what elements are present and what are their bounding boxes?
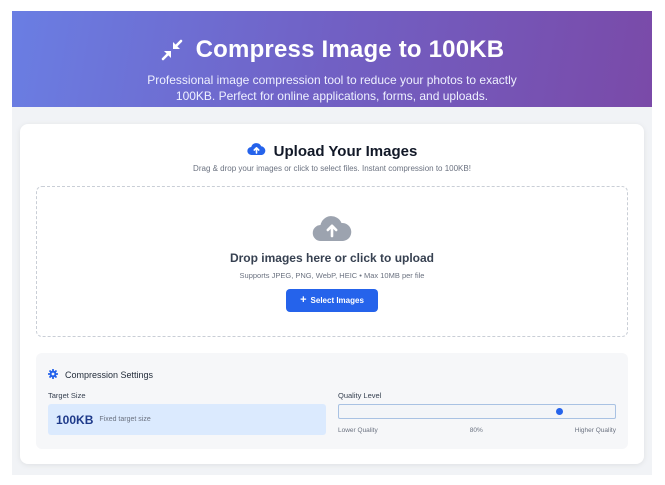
dropzone-title: Drop images here or click to upload <box>229 251 435 265</box>
upload-title: Upload Your Images <box>273 142 418 160</box>
target-size-label: Target Size <box>48 391 86 400</box>
target-size-value: 100KB <box>56 412 94 427</box>
upload-header: Upload Your Images <box>20 141 644 161</box>
quality-min-label: Lower Quality <box>338 427 378 434</box>
page-title: Compress Image to 100KB <box>195 36 505 63</box>
quality-level-label: Quality Level <box>338 391 382 400</box>
hero-title-row: Compress Image to 100KB <box>12 36 652 64</box>
page: Compress Image to 100KB Professional ima… <box>0 0 665 485</box>
cloud-upload-icon <box>247 141 266 161</box>
dropzone-cloud-upload-icon <box>37 212 627 242</box>
hero-subtitle: Professional image compression tool to r… <box>12 72 652 104</box>
hero-banner: Compress Image to 100KB Professional ima… <box>12 11 652 107</box>
plus-icon: + <box>300 294 307 306</box>
settings-header: Compression Settings <box>48 366 153 384</box>
hero-subtitle-line-2: 100KB. Perfect for online applications, … <box>175 89 489 103</box>
compress-arrows-icon <box>160 38 184 62</box>
target-size-note: Fixed target size <box>99 416 151 423</box>
quality-slider-labels: Lower Quality 80% Higher Quality <box>338 427 616 434</box>
target-size-box: 100KB Fixed target size <box>48 404 326 435</box>
hero-subtitle-line-1: Professional image compression tool to r… <box>147 73 517 87</box>
quality-slider[interactable] <box>338 404 616 419</box>
settings-title: Compression Settings <box>65 370 154 380</box>
quality-slider-thumb[interactable] <box>556 408 564 415</box>
select-images-label: Select Images <box>310 296 364 305</box>
gear-icon <box>48 366 58 384</box>
select-images-button[interactable]: + Select Images <box>286 289 378 312</box>
upload-description: Drag & drop your images or click to sele… <box>193 164 471 173</box>
dropzone-subtitle: Supports JPEG, PNG, WebP, HEIC • Max 10M… <box>239 271 425 280</box>
upload-dropzone[interactable]: Drop images here or click to upload Supp… <box>36 186 628 337</box>
quality-current-label: 80% <box>469 427 483 434</box>
compression-settings-panel: Compression Settings Target Size 100KB F… <box>36 353 628 449</box>
upload-card: Upload Your Images Drag & drop your imag… <box>20 124 644 464</box>
quality-max-label: Higher Quality <box>574 427 616 434</box>
